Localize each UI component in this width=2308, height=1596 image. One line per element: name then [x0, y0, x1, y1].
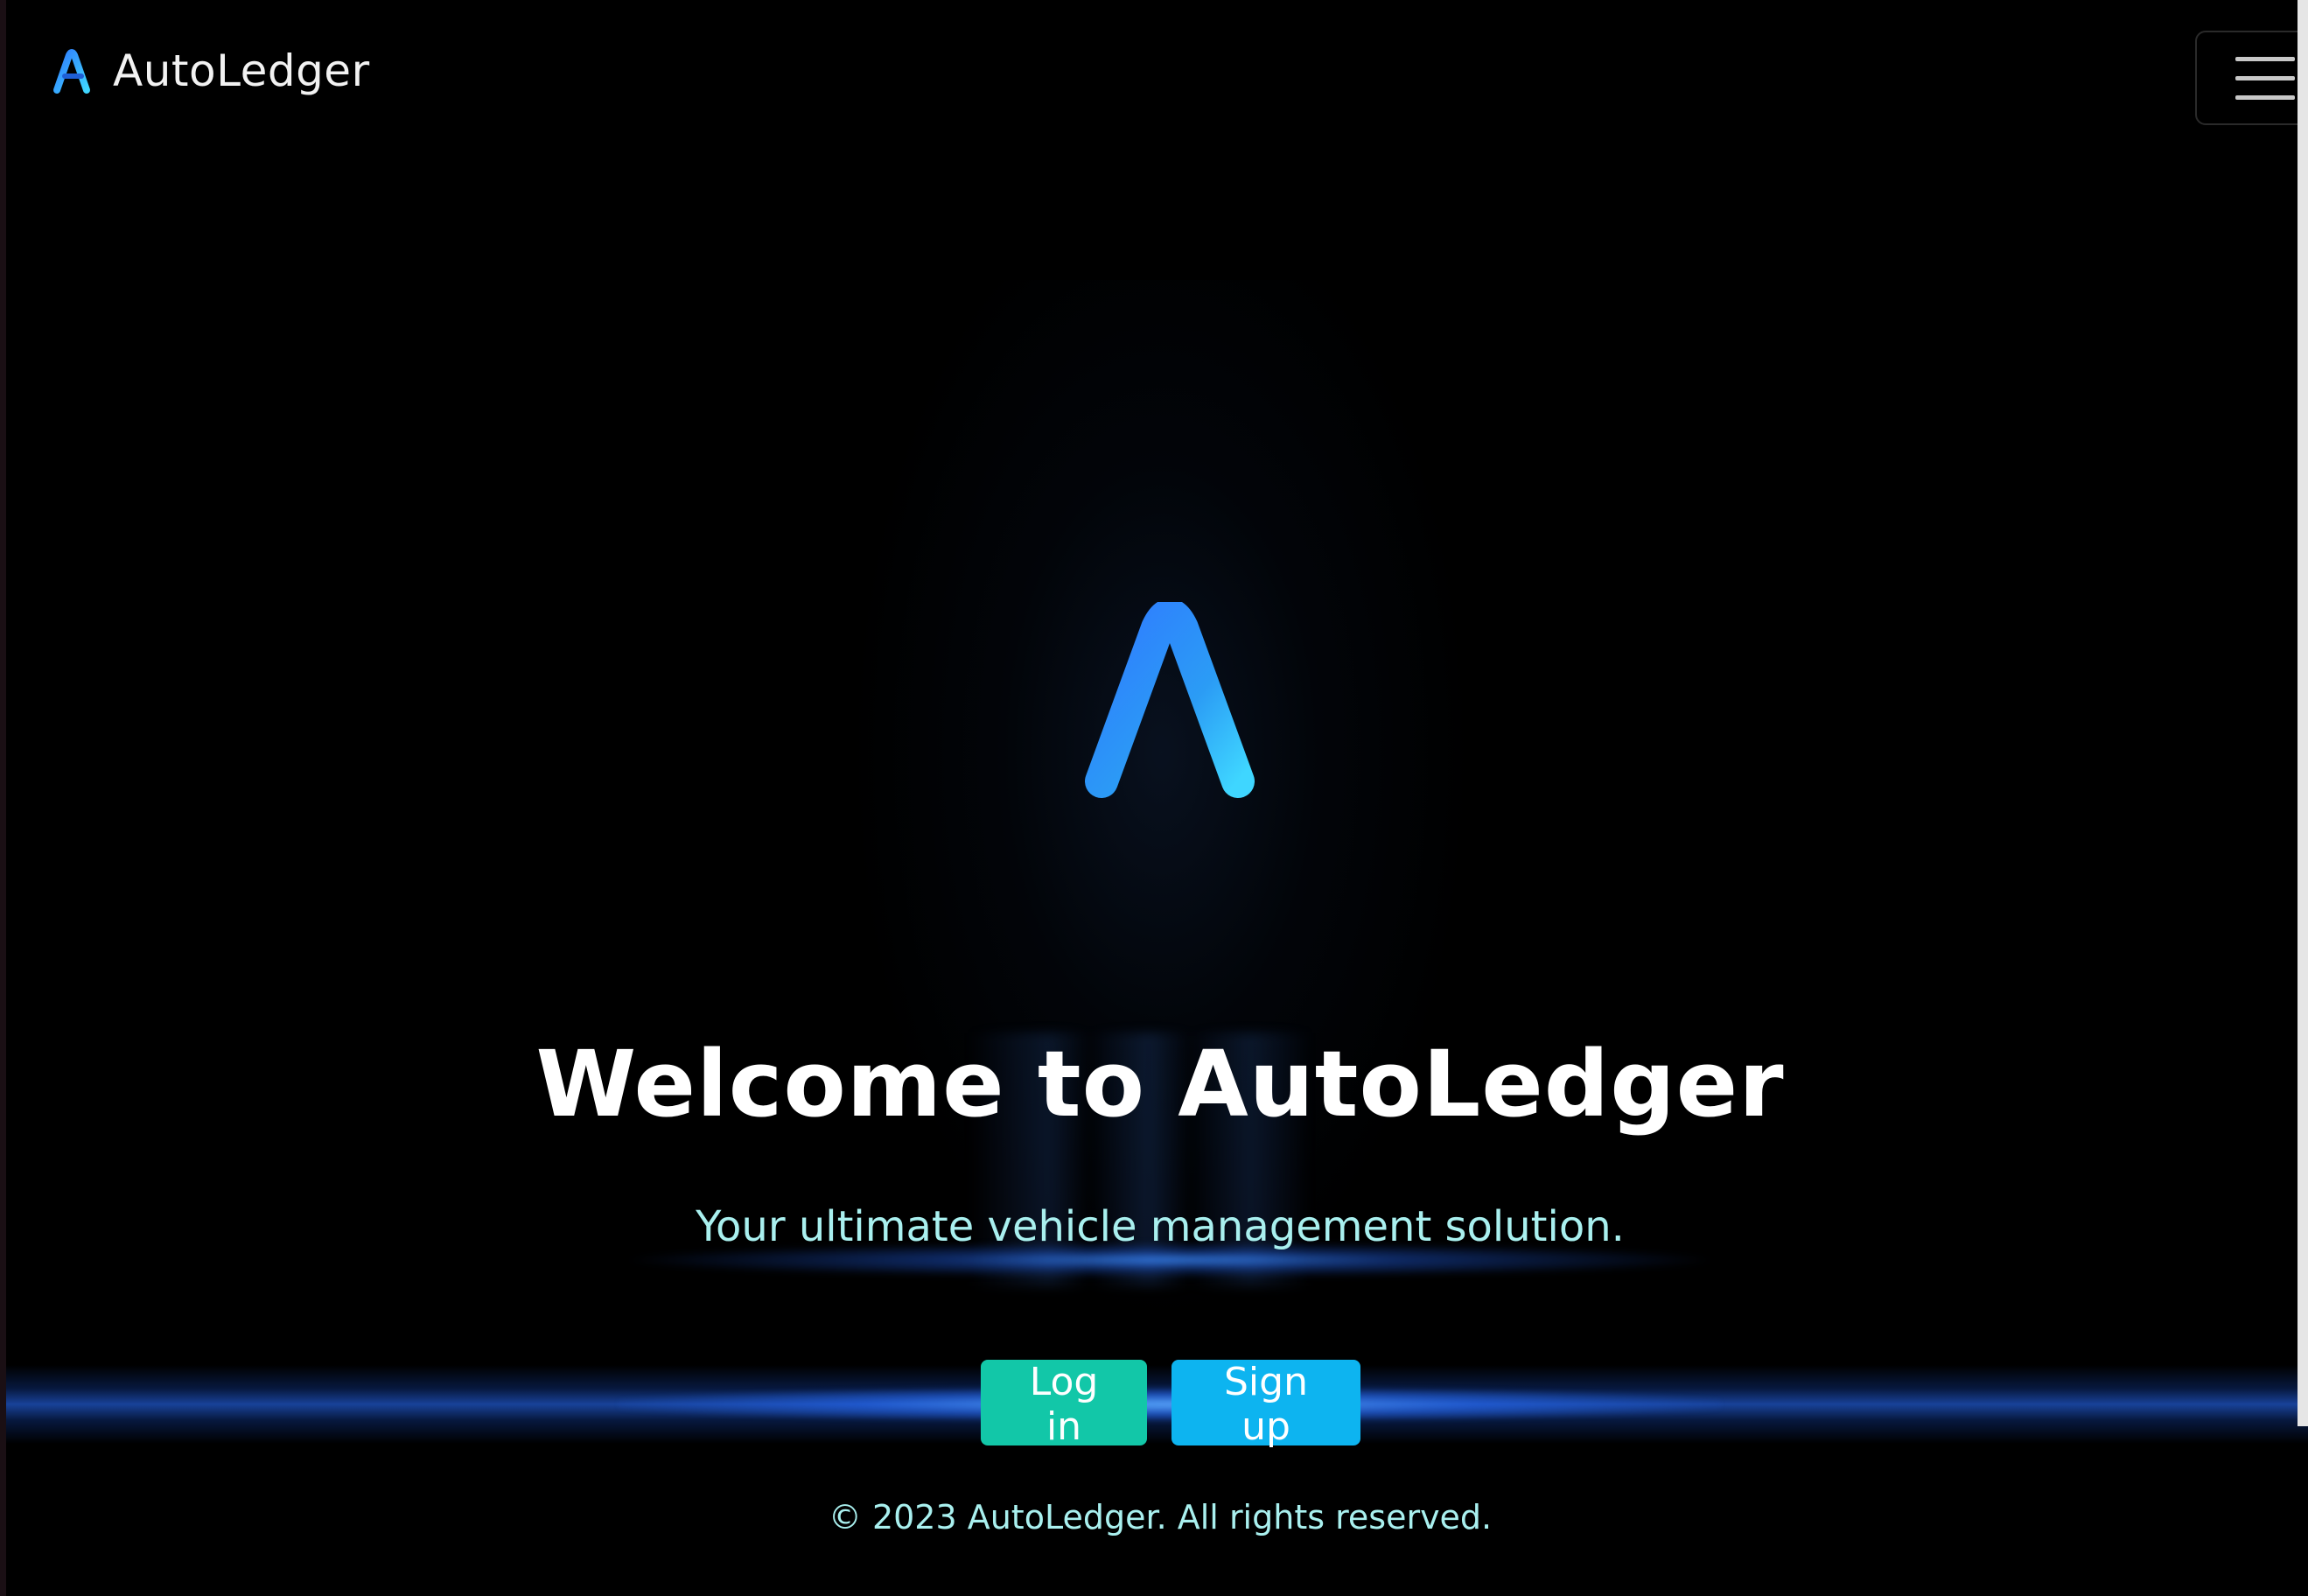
window-edge	[2298, 0, 2308, 1426]
footer-copyright: © 2023 AutoLedger. All rights reserved.	[828, 1498, 1493, 1536]
page-title: Welcome to AutoLedger	[535, 1031, 1785, 1138]
hamburger-menu-icon-bar	[2235, 76, 2295, 80]
menu-toggle-button[interactable]	[2195, 31, 2308, 125]
signup-button[interactable]: Sign up	[1171, 1360, 1360, 1449]
brand-name: AutoLedger	[113, 46, 370, 96]
page-subtitle: Your ultimate vehicle management solutio…	[696, 1202, 1625, 1251]
brand-link[interactable]: AutoLedger	[52, 46, 370, 96]
hamburger-menu-icon-bar	[2235, 95, 2295, 100]
auth-actions: Log in Sign up	[981, 1360, 1360, 1449]
autoledger-logo-icon	[1085, 602, 1255, 798]
login-button[interactable]: Log in	[981, 1360, 1147, 1449]
autoledger-logo-icon	[53, 49, 90, 94]
navbar: AutoLedger	[6, 0, 2308, 149]
hamburger-menu-icon	[2235, 57, 2295, 61]
landing-page: AutoLedger Welcome to AutoLedger Your ul…	[0, 0, 2308, 1596]
